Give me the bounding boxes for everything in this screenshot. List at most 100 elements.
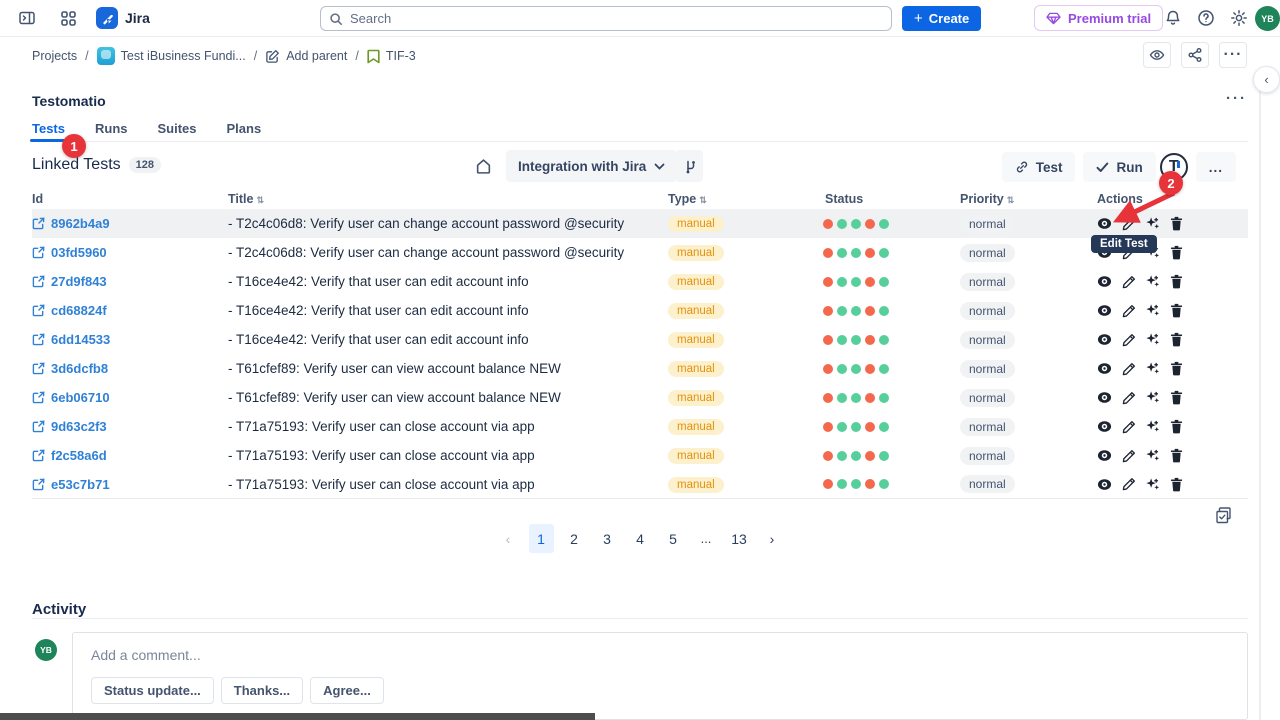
create-button[interactable]: + Create [902, 6, 981, 31]
test-id-link[interactable]: 3d6dcfb8 [32, 361, 228, 376]
ai-sparkles-icon[interactable] [1145, 216, 1160, 231]
pagination-page-4[interactable]: 4 [628, 524, 653, 553]
search-input[interactable] [350, 11, 883, 26]
edit-test-icon[interactable] [1121, 303, 1136, 318]
test-id-link[interactable]: cd68824f [32, 303, 228, 318]
tab-tests[interactable]: Tests [32, 121, 65, 141]
ai-sparkles-icon[interactable] [1145, 332, 1160, 347]
view-test-icon[interactable] [1097, 303, 1112, 318]
view-test-icon[interactable] [1097, 448, 1112, 463]
user-avatar[interactable]: YB [1255, 6, 1280, 31]
collapse-panel-button[interactable]: ‹ [1253, 66, 1280, 93]
delete-test-icon[interactable] [1169, 448, 1184, 463]
test-id-link[interactable]: e53c7b71 [32, 477, 228, 492]
ai-sparkles-icon[interactable] [1145, 303, 1160, 318]
view-test-icon[interactable] [1097, 216, 1112, 231]
delete-test-icon[interactable] [1169, 419, 1184, 434]
edit-test-icon[interactable] [1121, 332, 1136, 347]
test-id-link[interactable]: 03fd5960 [32, 245, 228, 260]
global-search[interactable] [320, 6, 892, 31]
tab-suites[interactable]: Suites [158, 121, 197, 141]
view-test-icon[interactable] [1097, 419, 1112, 434]
comment-input[interactable] [91, 647, 1229, 663]
run-button[interactable]: Run [1083, 152, 1155, 182]
tab-runs[interactable]: Runs [95, 121, 128, 141]
column-header-status[interactable]: Status [825, 192, 960, 206]
status-dot-red [823, 248, 833, 258]
report-clipboard-icon[interactable] [1214, 506, 1233, 525]
delete-test-icon[interactable] [1169, 303, 1184, 318]
column-header-priority[interactable]: Priority⇅ [960, 192, 1097, 206]
test-id-link[interactable]: 6dd14533 [32, 332, 228, 347]
settings-gear-icon[interactable] [1226, 5, 1252, 31]
delete-test-icon[interactable] [1169, 477, 1184, 492]
delete-test-icon[interactable] [1169, 216, 1184, 231]
edit-test-icon[interactable] [1121, 216, 1136, 231]
share-icon[interactable] [1181, 42, 1209, 68]
breadcrumb-issue-key[interactable]: TIF-3 [367, 49, 416, 64]
pagination-page-5[interactable]: 5 [661, 524, 686, 553]
ai-sparkles-icon[interactable] [1145, 390, 1160, 405]
pagination-page-2[interactable]: 2 [562, 524, 587, 553]
view-test-icon[interactable] [1097, 274, 1112, 289]
more-actions-icon[interactable]: ··· [1219, 42, 1247, 68]
view-test-icon[interactable] [1097, 361, 1112, 376]
jira-home-link[interactable]: Jira [96, 7, 150, 29]
column-header-type[interactable]: Type⇅ [668, 192, 825, 206]
row-actions [1097, 390, 1248, 405]
test-title: - T16ce4e42: Verify that user can edit a… [228, 303, 668, 318]
view-test-icon[interactable] [1097, 477, 1112, 492]
ai-sparkles-icon[interactable] [1145, 419, 1160, 434]
tab-plans[interactable]: Plans [227, 121, 262, 141]
pagination-page-1[interactable]: 1 [529, 524, 554, 553]
test-id-link[interactable]: 27d9f843 [32, 274, 228, 289]
pagination-prev[interactable]: ‹ [496, 524, 521, 553]
edit-test-icon[interactable] [1121, 419, 1136, 434]
view-test-icon[interactable] [1097, 390, 1112, 405]
edit-test-icon[interactable] [1121, 390, 1136, 405]
delete-test-icon[interactable] [1169, 332, 1184, 347]
add-parent-button[interactable]: Add parent [265, 49, 347, 64]
quick-reply-button[interactable]: Agree... [310, 677, 384, 704]
test-id-link[interactable]: 6eb06710 [32, 390, 228, 405]
quick-reply-button[interactable]: Thanks... [221, 677, 303, 704]
quick-reply-button[interactable]: Status update... [91, 677, 214, 704]
test-id-link[interactable]: 9d63c2f3 [32, 419, 228, 434]
breadcrumb-projects[interactable]: Projects [32, 49, 77, 63]
edit-test-icon[interactable] [1121, 274, 1136, 289]
notifications-icon[interactable] [1160, 5, 1186, 31]
panel-more-icon[interactable]: ··· [1226, 90, 1247, 107]
delete-test-icon[interactable] [1169, 390, 1184, 405]
premium-trial-button[interactable]: Premium trial [1034, 5, 1163, 31]
pagination-page-3[interactable]: 3 [595, 524, 620, 553]
ai-sparkles-icon[interactable] [1145, 361, 1160, 376]
delete-test-icon[interactable] [1169, 361, 1184, 376]
sidebar-toggle-icon[interactable] [14, 5, 40, 31]
column-header-id[interactable]: Id [32, 192, 228, 206]
status-dot-green [879, 393, 889, 403]
ai-sparkles-icon[interactable] [1145, 274, 1160, 289]
link-test-button[interactable]: Test [1002, 152, 1076, 182]
branch-dropdown[interactable]: Integration with Jira [506, 150, 677, 182]
edit-test-icon[interactable] [1121, 448, 1136, 463]
delete-test-icon[interactable] [1169, 274, 1184, 289]
delete-test-icon[interactable] [1169, 245, 1184, 260]
pagination-next[interactable]: › [760, 524, 785, 553]
row-actions [1097, 274, 1248, 289]
edit-test-icon[interactable] [1121, 477, 1136, 492]
watch-icon[interactable] [1143, 42, 1171, 68]
panel-actions-more-button[interactable]: ... [1196, 152, 1236, 182]
breadcrumb-project[interactable]: Test iBusiness Fundi... [97, 47, 246, 65]
column-header-title[interactable]: Title⇅ [228, 192, 668, 206]
pagination-page-13[interactable]: 13 [727, 524, 752, 553]
app-switcher-icon[interactable] [55, 5, 81, 31]
test-id-link[interactable]: f2c58a6d [32, 448, 228, 463]
test-id-link[interactable]: 8962b4a9 [32, 216, 228, 231]
view-test-icon[interactable] [1097, 332, 1112, 347]
help-icon[interactable] [1193, 5, 1219, 31]
edit-test-icon[interactable] [1121, 361, 1136, 376]
home-branch-icon[interactable] [470, 153, 496, 179]
git-branch-icon[interactable] [677, 150, 703, 182]
ai-sparkles-icon[interactable] [1145, 477, 1160, 492]
ai-sparkles-icon[interactable] [1145, 448, 1160, 463]
